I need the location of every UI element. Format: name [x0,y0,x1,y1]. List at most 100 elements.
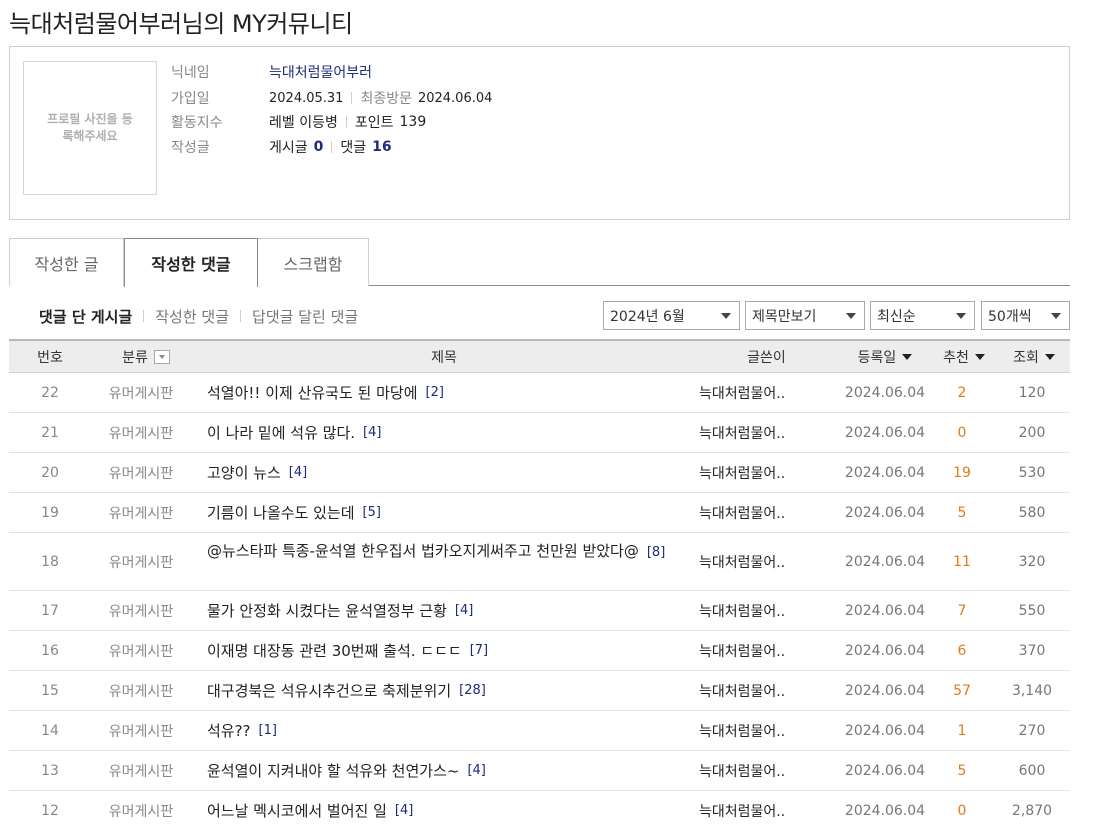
col-category[interactable]: 분류 [91,341,201,373]
last-visit-label: 최종방문 [360,91,412,107]
month-select[interactable]: 2024년 6월 [603,301,740,330]
row-num: 19 [41,504,59,521]
row-category[interactable]: 유머게시판 [91,631,191,670]
row-recommend: 19 [953,464,971,481]
table-row: 12 유머게시판 어느날 멕시코에서 벌어진 일 [4] 늑대처럼물어.. 202… [9,791,1070,826]
row-comment-count[interactable]: [28] [459,683,486,698]
subnav-commented-posts[interactable]: 댓글 단 게시글 [39,306,132,327]
row-comment-count[interactable]: [4] [289,465,307,480]
sort-select[interactable]: 최신순 [870,301,975,330]
row-comment-count[interactable]: [8] [647,545,665,560]
tab-written-posts[interactable]: 작성한 글 [9,238,124,286]
points-value: 139 [399,114,427,130]
col-num-label: 번호 [37,350,63,366]
row-comment-count[interactable]: [5] [363,505,381,520]
row-author[interactable]: 늑대처럼물어.. [699,711,819,750]
profile-photo-text: 프로필 사진을 등록해주세요 [47,112,133,143]
row-author[interactable]: 늑대처럼물어.. [699,671,819,710]
row-category[interactable]: 유머게시판 [91,533,191,590]
row-date: 2024.06.04 [844,802,926,819]
row-author[interactable]: 늑대처럼물어.. [699,413,819,452]
row-comment-count[interactable]: [1] [259,723,277,738]
view-mode-select[interactable]: 제목만보기 [745,301,865,330]
row-comment-count[interactable]: [7] [470,643,488,658]
posts-count[interactable]: 0 [314,139,324,155]
subnav-my-comments[interactable]: 작성한 댓글 [155,306,229,327]
row-comment-count[interactable]: [4] [395,803,413,818]
written-label: 작성글 [171,140,210,156]
row-title-cell: 대구경북은 석유시추건으로 축제분위기 [28] [207,671,697,710]
row-comment-count[interactable]: [4] [455,603,473,618]
row-author[interactable]: 늑대처럼물어.. [699,533,819,590]
subnav-replied-comments[interactable]: 답댓글 달린 댓글 [252,306,358,327]
col-views[interactable]: 조회 [999,341,1069,373]
row-title[interactable]: @뉴스타파 특종-윤석열 한우집서 법카오지게써주고 천만원 받았다@ [207,542,639,560]
join-label: 가입일 [171,91,210,107]
row-author[interactable]: 늑대처럼물어.. [699,453,819,492]
row-title[interactable]: 이재명 대장동 관련 30번째 출석. ㄷㄷㄷ [207,640,462,661]
col-category-label: 분류 [122,350,148,366]
col-views-label: 조회 [1013,350,1039,366]
row-author[interactable]: 늑대처럼물어.. [699,751,819,790]
row-title[interactable]: 윤석열이 지켜내야 할 석유와 천연가스~ [207,760,459,781]
col-recommend[interactable]: 추천 [933,341,995,373]
row-title[interactable]: 대구경북은 석유시추건으로 축제분위기 [207,680,451,701]
row-title[interactable]: 석열아!! 이제 산유국도 된 마당에 [207,382,418,403]
row-title[interactable]: 어느날 멕시코에서 벌어진 일 [207,800,387,821]
profile-photo-placeholder[interactable]: 프로필 사진을 등록해주세요 [23,61,157,195]
row-author[interactable]: 늑대처럼물어.. [699,631,819,670]
sort-select-value: 최신순 [877,308,916,325]
row-num: 17 [41,602,59,619]
row-category[interactable]: 유머게시판 [91,373,191,412]
row-author[interactable]: 늑대처럼물어.. [699,591,819,630]
row-comment-count[interactable]: [2] [426,385,444,400]
points-label: 포인트 [354,115,394,131]
row-title[interactable]: 이 나라 밑에 석유 많다. [207,422,355,443]
table-row: 14 유머게시판 석유?? [1] 늑대처럼물어.. 2024.06.04 1 2… [9,711,1070,751]
row-views: 120 [1018,384,1046,401]
row-title[interactable]: 기름이 나올수도 있는데 [207,502,355,523]
table-row: 17 유머게시판 물가 안정화 시켰다는 윤석열정부 근황 [4] 늑대처럼물어.… [9,591,1070,631]
row-category[interactable]: 유머게시판 [91,591,191,630]
table-row: 21 유머게시판 이 나라 밑에 석유 많다. [4] 늑대처럼물어.. 2024… [9,413,1070,453]
row-category[interactable]: 유머게시판 [91,711,191,750]
comments-count[interactable]: 16 [372,139,391,155]
row-num: 13 [41,762,59,779]
row-views: 580 [1018,504,1046,521]
row-author[interactable]: 늑대처럼물어.. [699,791,819,826]
row-title-cell: 이재명 대장동 관련 30번째 출석. ㄷㄷㄷ [7] [207,631,697,670]
row-category[interactable]: 유머게시판 [91,751,191,790]
row-title[interactable]: 석유?? [207,720,251,741]
col-title: 제목 [199,341,689,373]
row-title-cell: @뉴스타파 특종-윤석열 한우집서 법카오지게써주고 천만원 받았다@ [8] [189,533,701,590]
category-filter-dropdown-icon[interactable] [153,350,170,364]
row-author[interactable]: 늑대처럼물어.. [699,493,819,532]
row-recommend: 5 [957,762,967,779]
row-category[interactable]: 유머게시판 [91,413,191,452]
divider [143,310,145,322]
row-title-cell: 윤석열이 지켜내야 할 석유와 천연가스~ [4] [207,751,697,790]
row-category[interactable]: 유머게시판 [91,453,191,492]
row-views: 370 [1018,642,1046,659]
sort-down-icon [974,354,985,360]
nickname-value[interactable]: 늑대처럼물어부러 [269,62,372,82]
per-page-select[interactable]: 50개씩 [981,301,1070,330]
col-date[interactable]: 등록일 [835,341,935,373]
table-row: 13 유머게시판 윤석열이 지켜내야 할 석유와 천연가스~ [4] 늑대처럼물어… [9,751,1070,791]
row-title[interactable]: 물가 안정화 시켰다는 윤석열정부 근황 [207,600,447,621]
tab-written-comments[interactable]: 작성한 댓글 [124,238,258,287]
row-title-cell: 고양이 뉴스 [4] [207,453,697,492]
row-category[interactable]: 유머게시판 [91,493,191,532]
tab-scraps[interactable]: 스크랩함 [258,238,369,286]
row-comment-count[interactable]: [4] [467,763,485,778]
row-category[interactable]: 유머게시판 [91,671,191,710]
row-category[interactable]: 유머게시판 [91,791,191,826]
level-value: 레벨 이등병 [269,115,338,131]
row-title[interactable]: 고양이 뉴스 [207,462,281,483]
table-row: 18 유머게시판 @뉴스타파 특종-윤석열 한우집서 법카오지게써주고 천만원 … [9,533,1070,591]
row-date: 2024.06.04 [844,504,926,521]
col-title-label: 제목 [431,350,457,366]
activity-label: 활동지수 [171,115,223,131]
row-comment-count[interactable]: [4] [363,425,381,440]
row-author[interactable]: 늑대처럼물어.. [699,373,819,412]
